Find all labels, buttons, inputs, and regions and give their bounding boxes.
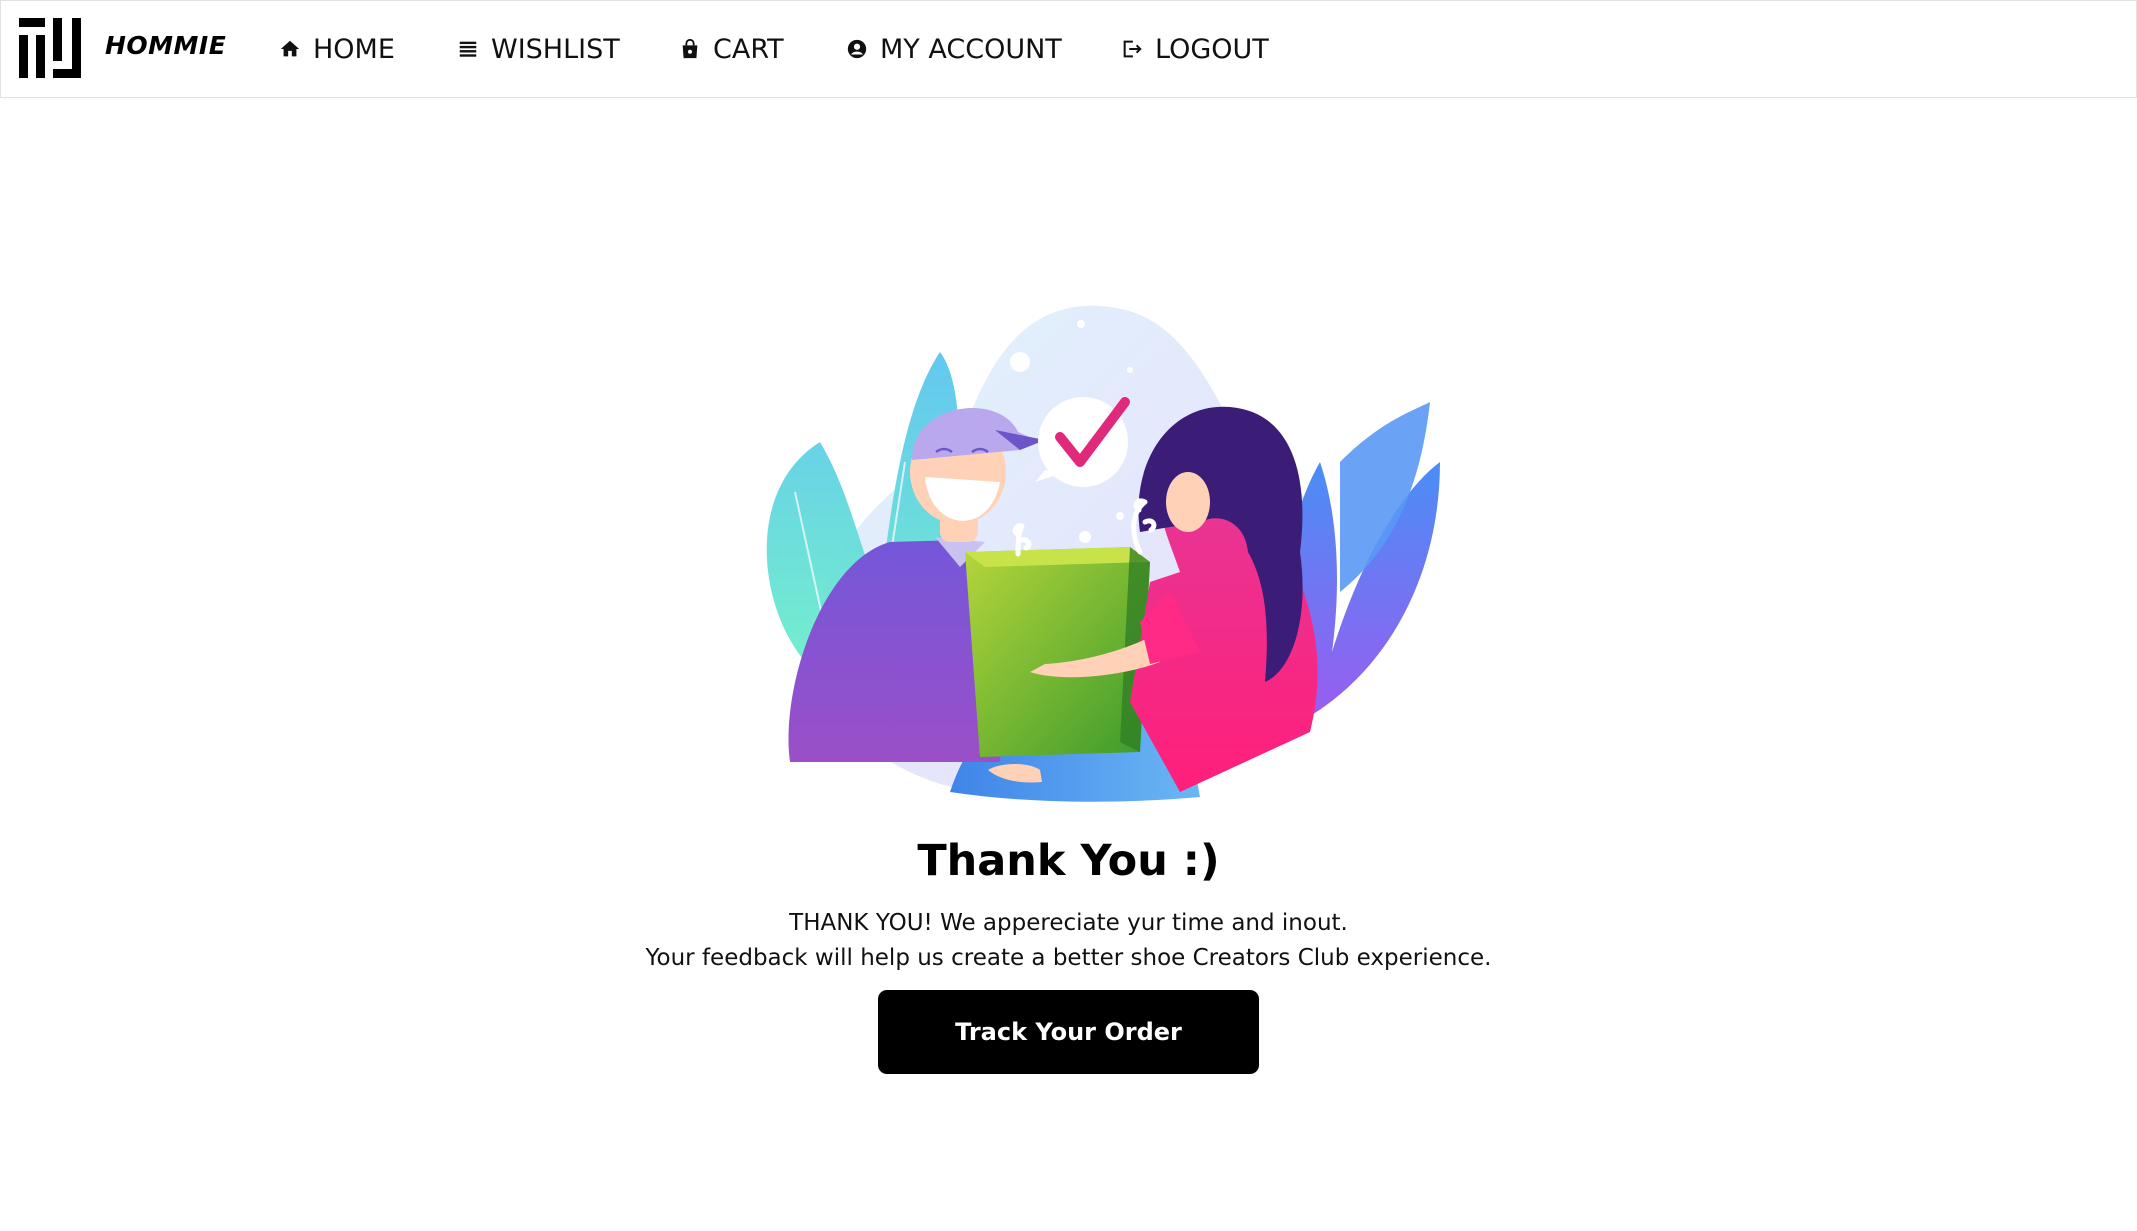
delivery-handover-illustration xyxy=(766,305,1440,802)
feedback-message: Your feedback will help us create a bett… xyxy=(645,945,1492,971)
nav-home-label: HOME xyxy=(313,33,395,65)
nav-home[interactable]: HOME xyxy=(279,27,395,71)
brand-name[interactable]: HOMMIE xyxy=(105,31,226,60)
nav-logout-label: LOGOUT xyxy=(1155,33,1269,65)
list-icon xyxy=(459,41,477,57)
thank-you-message: THANK YOU! We appereciate yur time and i… xyxy=(789,910,1348,936)
nav-wishlist[interactable]: WISHLIST xyxy=(457,27,620,71)
user-circle-icon xyxy=(847,39,867,59)
home-icon xyxy=(280,40,300,57)
top-navbar: HOMMIE HOME WISHLIST CART MY ACCOUNT LOG… xyxy=(0,0,2137,98)
nav-my-account-label: MY ACCOUNT xyxy=(880,33,1062,65)
page-title: Thank You :) xyxy=(917,836,1220,886)
nav-logout[interactable]: LOGOUT xyxy=(1121,27,1269,71)
track-order-button[interactable]: Track Your Order xyxy=(878,990,1259,1074)
shopping-bag-icon xyxy=(682,38,698,59)
nav-wishlist-label: WISHLIST xyxy=(491,33,620,65)
logout-icon xyxy=(1123,40,1142,58)
nav-my-account[interactable]: MY ACCOUNT xyxy=(846,27,1062,71)
nav-cart[interactable]: CART xyxy=(679,27,784,71)
nav-cart-label: CART xyxy=(713,33,784,65)
hommie-logo-icon[interactable] xyxy=(19,18,81,78)
